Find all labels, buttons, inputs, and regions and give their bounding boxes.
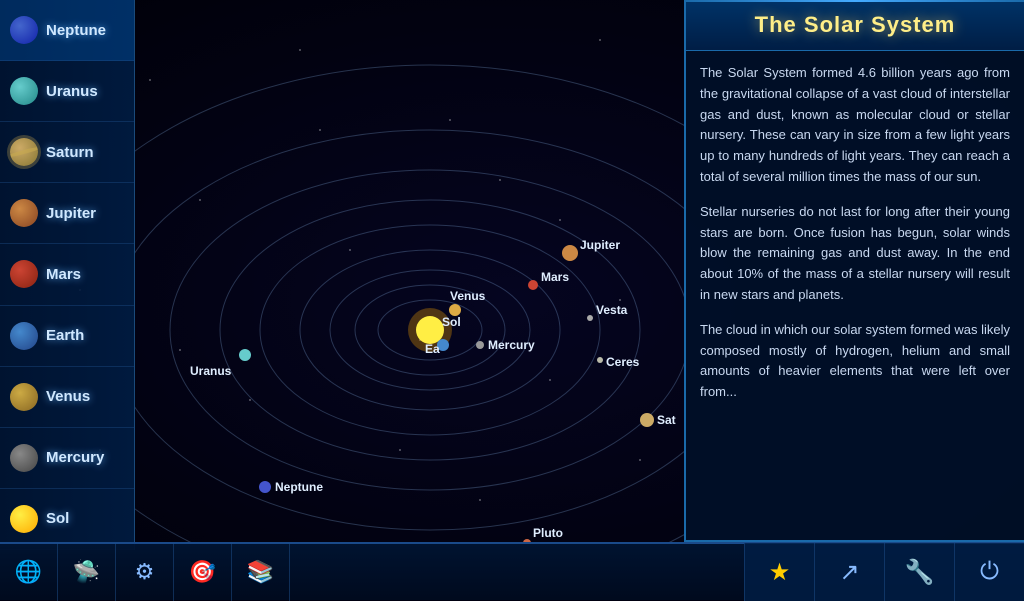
toolbar-btn-satellite[interactable]: 🛸 xyxy=(58,543,116,601)
venus-body[interactable] xyxy=(449,304,461,316)
planet-icon-uranus xyxy=(10,77,38,105)
info-paragraph-1: Stellar nurseries do not last for long a… xyxy=(700,202,1010,306)
planet-icon-mars xyxy=(10,260,38,288)
uranus-label: Uranus xyxy=(190,364,232,378)
saturn-label: Sat xyxy=(657,413,676,427)
planet-icon-venus xyxy=(10,383,38,411)
planet-label-saturn: Saturn xyxy=(46,144,94,161)
planet-label-neptune: Neptune xyxy=(46,22,106,39)
sidebar-item-jupiter[interactable]: Jupiter xyxy=(0,183,134,244)
toolbar-btn-globe[interactable]: 🌐 xyxy=(0,543,58,601)
vesta-body[interactable] xyxy=(587,315,593,321)
planet-label-jupiter: Jupiter xyxy=(46,205,96,222)
toolbar-btn-settings-gear[interactable]: ⚙ xyxy=(116,543,174,601)
toolbar-btn-layers[interactable]: 📚 xyxy=(232,543,290,601)
jupiter-body[interactable] xyxy=(562,245,578,261)
ceres-label: Ceres xyxy=(606,355,640,369)
toolbar-btn-speedometer[interactable]: 🎯 xyxy=(174,543,232,601)
toolbar-right-btn-tools[interactable]: 🔧 xyxy=(884,543,954,601)
planet-label-sol: Sol xyxy=(46,510,69,527)
planet-icon-sol xyxy=(10,505,38,533)
planet-label-mercury: Mercury xyxy=(46,449,104,466)
solar-svg: Sol Mercury Venus Ea Mars Vesta Ceres Jupiter Sa… xyxy=(135,0,684,542)
mars-body[interactable] xyxy=(528,280,538,290)
vesta-label: Vesta xyxy=(596,303,628,317)
info-panel: The Solar System The Solar System formed… xyxy=(684,0,1024,542)
sidebar-item-earth[interactable]: Earth xyxy=(0,306,134,367)
earth-label: Ea xyxy=(425,342,440,356)
info-paragraph-0: The Solar System formed 4.6 billion year… xyxy=(700,63,1010,188)
toolbar-right-btn-share[interactable]: ↗ xyxy=(814,543,884,601)
planet-icon-mercury xyxy=(10,444,38,472)
solar-system-view[interactable]: Sol Mercury Venus Ea Mars Vesta Ceres Jupiter Sa… xyxy=(135,0,684,542)
toolbar-right-btn-star[interactable]: ★ xyxy=(744,543,814,601)
planet-label-earth: Earth xyxy=(46,327,84,344)
planet-icon-saturn xyxy=(10,138,38,166)
sol-label: Sol xyxy=(442,315,461,329)
planet-label-mars: Mars xyxy=(46,266,81,283)
planet-label-venus: Venus xyxy=(46,388,90,405)
mercury-body[interactable] xyxy=(476,341,484,349)
jupiter-label: Jupiter xyxy=(580,238,620,252)
sidebar-item-neptune[interactable]: Neptune xyxy=(0,0,134,61)
toolbar: 🌐🛸⚙🎯📚 ★↗🔧⏻ xyxy=(0,542,1024,600)
sidebar-item-sol[interactable]: Sol xyxy=(0,489,134,550)
info-panel-title: The Solar System xyxy=(702,12,1008,38)
planet-icon-jupiter xyxy=(10,199,38,227)
sidebar: Neptune Uranus Saturn Jupiter Mars Earth… xyxy=(0,0,135,550)
info-paragraph-2: The cloud in which our solar system form… xyxy=(700,320,1010,403)
venus-label: Venus xyxy=(450,289,486,303)
neptune-body[interactable] xyxy=(259,481,271,493)
sidebar-item-mars[interactable]: Mars xyxy=(0,244,134,305)
toolbar-right-btn-power[interactable]: ⏻ xyxy=(954,543,1024,601)
neptune-label: Neptune xyxy=(275,480,323,494)
saturn-body[interactable] xyxy=(640,413,654,427)
sidebar-item-venus[interactable]: Venus xyxy=(0,367,134,428)
sol-body[interactable] xyxy=(416,316,444,344)
sidebar-item-uranus[interactable]: Uranus xyxy=(0,61,134,122)
uranus-body[interactable] xyxy=(239,349,251,361)
mercury-label: Mercury xyxy=(488,338,535,352)
planet-icon-earth xyxy=(10,322,38,350)
planet-icon-neptune xyxy=(10,16,38,44)
sidebar-item-saturn[interactable]: Saturn xyxy=(0,122,134,183)
info-panel-header: The Solar System xyxy=(686,0,1024,51)
info-panel-content[interactable]: The Solar System formed 4.6 billion year… xyxy=(686,51,1024,531)
mars-label: Mars xyxy=(541,270,569,284)
toolbar-right-group: ★↗🔧⏻ xyxy=(744,543,1024,601)
ceres-body[interactable] xyxy=(597,357,603,363)
planet-label-uranus: Uranus xyxy=(46,83,98,100)
pluto-label: Pluto xyxy=(533,526,563,540)
sidebar-item-mercury[interactable]: Mercury xyxy=(0,428,134,489)
